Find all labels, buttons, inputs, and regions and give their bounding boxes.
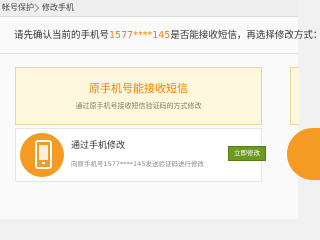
- breadcrumb-item-modify-phone: 修改手机: [42, 3, 74, 12]
- divider: [0, 53, 298, 54]
- phone-confirm-prompt: 请先确认当前的手机号1577****145是否能接收短信，再选择修改方式：: [14, 29, 320, 43]
- mobile-phone-icon: [20, 133, 64, 177]
- prompt-after: 是否能接收短信，再选择修改方式：: [170, 30, 320, 41]
- option-card-title: 原手机号能接收短信: [89, 82, 188, 95]
- method-title: 通过手机修改: [71, 141, 126, 151]
- method-row-phone: 通过手机修改 向原手机号1577****145发送验证码进行修改 立即修改: [15, 128, 266, 182]
- option-card-can-receive-sms[interactable]: 原手机号能接收短信 通过原手机号接收短信验证码的方式修改: [15, 67, 262, 125]
- method-description: 向原手机号1577****145发送验证码进行修改: [71, 160, 204, 168]
- breadcrumb-item-account-protection[interactable]: 帐号保护: [2, 0, 34, 16]
- next-option-card[interactable]: [290, 67, 299, 125]
- masked-phone-number: 1577****145: [109, 30, 171, 41]
- prompt-before: 请先确认当前的手机号: [14, 30, 110, 41]
- modify-now-button[interactable]: 立即修改: [228, 146, 266, 161]
- option-card-subtitle: 通过原手机号接收短信验证码的方式修改: [75, 102, 202, 110]
- breadcrumb: 帐号保护 修改手机: [0, 0, 298, 17]
